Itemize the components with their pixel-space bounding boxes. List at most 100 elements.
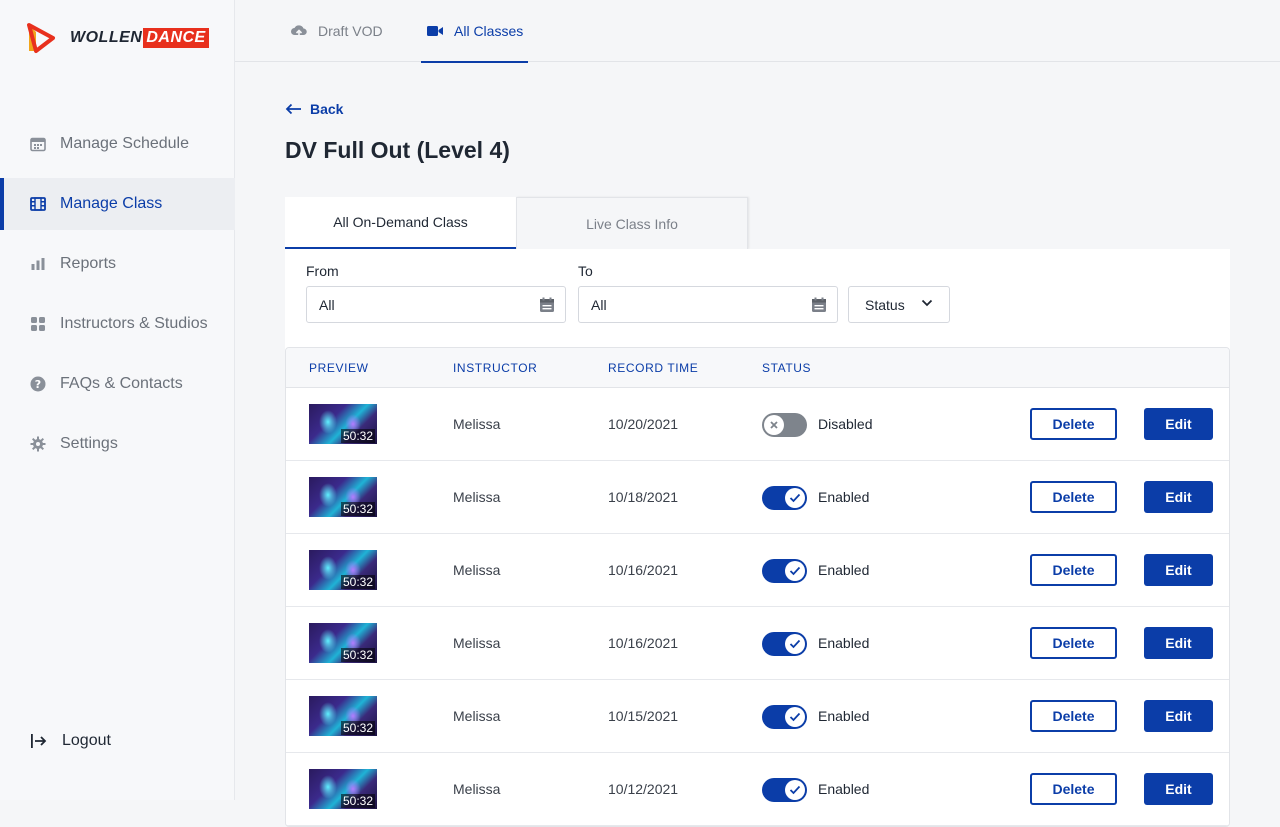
delete-button[interactable]: Delete	[1030, 773, 1117, 805]
table-row: 50:32 Melissa 10/18/2021 Enabled Delete Edit	[286, 461, 1229, 534]
delete-button[interactable]: Delete	[1030, 700, 1117, 732]
video-thumbnail[interactable]: 50:32	[309, 769, 377, 809]
help-circle-icon: ?	[30, 376, 46, 392]
calendar-icon[interactable]	[539, 297, 555, 313]
status-toggle[interactable]	[762, 705, 807, 729]
video-thumbnail[interactable]: 50:32	[309, 550, 377, 590]
from-date-input[interactable]: All	[306, 286, 566, 323]
delete-button[interactable]: Delete	[1030, 408, 1117, 440]
tab-all-on-demand-class[interactable]: All On-Demand Class	[285, 197, 516, 249]
delete-button[interactable]: Delete	[1030, 481, 1117, 513]
logout-label: Logout	[62, 732, 111, 749]
sidebar-item-reports[interactable]: Reports	[0, 238, 235, 290]
calendar-icon[interactable]	[811, 297, 827, 313]
status-toggle[interactable]	[762, 778, 807, 802]
status-toggle[interactable]	[762, 632, 807, 656]
video-thumbnail[interactable]: 50:32	[309, 623, 377, 663]
sidebar-item-label: Reports	[60, 255, 117, 272]
status-toggle[interactable]	[762, 486, 807, 510]
table-row: 50:32 Melissa 10/16/2021 Enabled Delete Edit	[286, 607, 1229, 680]
brand-logo[interactable]: WOLLEN DANCE	[26, 22, 209, 54]
to-date-input[interactable]: All	[578, 286, 838, 323]
check-icon	[785, 634, 805, 654]
record-time: 10/16/2021	[608, 635, 679, 651]
sidebar-item-label: Instructors & Studios	[60, 315, 208, 332]
status-toggle[interactable]	[762, 413, 807, 437]
sidebar-item-manage-class[interactable]: Manage Class	[0, 178, 235, 230]
table-row: 50:32 Melissa 10/16/2021 Enabled Delete Edit	[286, 534, 1229, 607]
record-time: 10/15/2021	[608, 708, 679, 724]
instructor-name: Melissa	[453, 781, 501, 797]
video-thumbnail[interactable]: 50:32	[309, 477, 377, 517]
cloud-upload-icon	[290, 23, 308, 39]
video-duration: 50:32	[340, 429, 375, 443]
video-thumbnail[interactable]: 50:32	[309, 696, 377, 736]
brand-part-2: DANCE	[143, 28, 209, 48]
tab-draft-vod[interactable]: Draft VOD	[290, 0, 383, 62]
video-duration: 50:32	[340, 502, 375, 516]
brand-part-1: WOLLEN	[70, 29, 143, 46]
edit-button[interactable]: Edit	[1144, 408, 1213, 440]
video-duration: 50:32	[340, 648, 375, 662]
sidebar-item-label: Manage Schedule	[60, 135, 189, 152]
video-duration: 50:32	[340, 721, 375, 735]
sidebar-item-settings[interactable]: Settings	[0, 418, 235, 470]
logout-button[interactable]: Logout	[30, 732, 111, 750]
instructor-name: Melissa	[453, 416, 501, 432]
status-text: Enabled	[818, 781, 870, 797]
check-icon	[785, 561, 805, 581]
tab-all-classes[interactable]: All Classes	[421, 0, 529, 63]
sidebar-item-manage-schedule[interactable]: Manage Schedule	[0, 118, 235, 170]
check-icon	[785, 707, 805, 727]
instructor-name: Melissa	[453, 635, 501, 651]
status-toggle[interactable]	[762, 559, 807, 583]
record-time: 10/20/2021	[608, 416, 679, 432]
header-instructor: INSTRUCTOR	[453, 361, 538, 375]
header-record-time: RECORD TIME	[608, 361, 699, 375]
edit-button[interactable]: Edit	[1144, 627, 1213, 659]
sidebar-item-faqs-contacts[interactable]: ? FAQs & Contacts	[0, 358, 235, 410]
header-preview: PREVIEW	[309, 361, 369, 375]
tab-live-class-info[interactable]: Live Class Info	[516, 197, 748, 249]
status-text: Enabled	[818, 635, 870, 651]
svg-text:?: ?	[35, 378, 41, 391]
calendar-icon	[30, 136, 46, 152]
table-body: 50:32 Melissa 10/20/2021 Disabled Delete Edit…	[286, 388, 1229, 826]
delete-button[interactable]: Delete	[1030, 554, 1117, 586]
table-header: PREVIEW INSTRUCTOR RECORD TIME STATUS	[286, 348, 1229, 388]
record-time: 10/12/2021	[608, 781, 679, 797]
grid-icon	[30, 316, 46, 332]
tab-all-classes-label: All Classes	[454, 23, 524, 39]
status-filter-dropdown[interactable]: Status	[848, 286, 950, 323]
edit-button[interactable]: Edit	[1144, 481, 1213, 513]
table-row: 50:32 Melissa 10/15/2021 Enabled Delete Edit	[286, 680, 1229, 753]
status-text: Enabled	[818, 489, 870, 505]
brand-wordmark: WOLLEN DANCE	[70, 28, 209, 48]
tab-draft-vod-label: Draft VOD	[318, 23, 383, 39]
edit-button[interactable]: Edit	[1144, 700, 1213, 732]
class-table: PREVIEW INSTRUCTOR RECORD TIME STATUS 50…	[285, 347, 1230, 827]
to-date-value: All	[591, 296, 607, 313]
delete-button[interactable]: Delete	[1030, 627, 1117, 659]
sidebar: WOLLEN DANCE Manage Schedule Manage Class…	[0, 0, 235, 800]
header-status: STATUS	[762, 361, 812, 375]
back-link[interactable]: Back	[285, 101, 343, 117]
status-text: Disabled	[818, 416, 873, 432]
video-duration: 50:32	[340, 794, 375, 808]
top-tabs: Draft VOD All Classes	[235, 0, 1280, 63]
table-row: 50:32 Melissa 10/12/2021 Enabled Delete Edit	[286, 753, 1229, 826]
record-time: 10/16/2021	[608, 562, 679, 578]
bar-chart-icon	[30, 256, 46, 272]
edit-button[interactable]: Edit	[1144, 554, 1213, 586]
check-icon	[785, 488, 805, 508]
video-thumbnail[interactable]: 50:32	[309, 404, 377, 444]
class-tabs: All On-Demand Class Live Class Info	[285, 197, 748, 249]
status-text: Enabled	[818, 562, 870, 578]
instructor-name: Melissa	[453, 562, 501, 578]
sidebar-item-instructors-studios[interactable]: Instructors & Studios	[0, 298, 235, 350]
chevron-down-icon	[921, 299, 933, 307]
video-camera-icon	[426, 24, 444, 38]
class-list-panel: From All To All Status PREVIEW INSTRUCTO…	[285, 249, 1230, 827]
edit-button[interactable]: Edit	[1144, 773, 1213, 805]
to-label: To	[578, 263, 593, 279]
